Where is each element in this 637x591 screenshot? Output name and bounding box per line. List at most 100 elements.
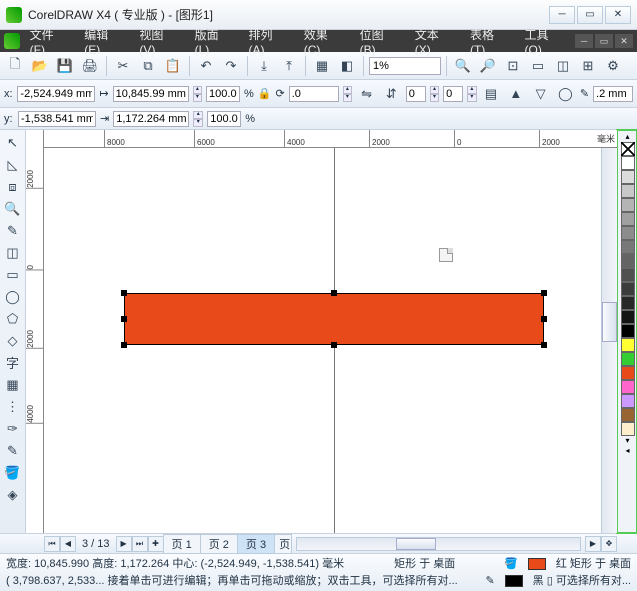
polygon-tool[interactable]: ⬠ <box>2 308 24 329</box>
table-tool[interactable]: ▦ <box>2 374 24 395</box>
spin-up[interactable]: ▴ <box>467 86 476 94</box>
corner-input-2[interactable] <box>443 86 463 102</box>
zoom-selection-icon[interactable]: ◫ <box>552 55 574 77</box>
import-button[interactable]: ⤓ <box>253 55 275 77</box>
rotate-input[interactable] <box>289 86 339 102</box>
ellipse-tool[interactable]: ◯ <box>2 286 24 307</box>
vertical-scrollbar[interactable] <box>601 148 617 533</box>
scale-y-input[interactable] <box>207 111 241 127</box>
selection-handle[interactable] <box>331 290 337 296</box>
color-swatch[interactable] <box>621 226 635 240</box>
pan-button[interactable]: ✥ <box>601 536 617 552</box>
menu-arrange[interactable]: 排列(A) <box>243 24 294 59</box>
menu-edit[interactable]: 编辑(E) <box>78 24 129 59</box>
fill-tool[interactable]: 🪣 <box>2 462 24 483</box>
palette-down-button[interactable]: ▾ <box>625 436 629 446</box>
color-swatch[interactable] <box>621 296 635 310</box>
welcome-button[interactable]: ◧ <box>336 55 358 77</box>
scrollbar-thumb[interactable] <box>396 538 436 550</box>
selection-handle[interactable] <box>541 290 547 296</box>
scrollbar-thumb[interactable] <box>602 302 617 342</box>
shape-tool[interactable]: ◺ <box>2 154 24 175</box>
basic-shapes-tool[interactable]: ◇ <box>2 330 24 351</box>
mdi-restore-button[interactable]: ▭ <box>595 34 613 48</box>
selection-handle[interactable] <box>541 316 547 322</box>
color-swatch[interactable] <box>621 380 635 394</box>
interactive-fill-tool[interactable]: ◈ <box>2 484 24 505</box>
paste-button[interactable]: 📋 <box>162 55 184 77</box>
color-swatch[interactable] <box>621 310 635 324</box>
export-button[interactable]: ⤒ <box>278 55 300 77</box>
color-swatch[interactable] <box>621 184 635 198</box>
menu-file[interactable]: 文件(F) <box>24 24 75 59</box>
eyedropper-tool[interactable]: ✑ <box>2 418 24 439</box>
pick-tool[interactable]: ↖ <box>2 132 24 153</box>
horizontal-scrollbar[interactable] <box>296 537 581 551</box>
spin-down[interactable]: ▾ <box>467 94 476 102</box>
scale-x-input[interactable] <box>206 86 240 102</box>
undo-button[interactable]: ↶ <box>195 55 217 77</box>
prev-page-button[interactable]: ◀ <box>60 536 76 552</box>
color-swatch[interactable] <box>621 422 635 436</box>
color-swatch[interactable] <box>621 324 635 338</box>
palette-flyout-button[interactable]: ◂ <box>625 446 629 456</box>
lock-icon[interactable]: 🔒 <box>258 87 272 100</box>
menu-tools[interactable]: 工具(O) <box>519 24 572 59</box>
selection-handle[interactable] <box>121 290 127 296</box>
cut-button[interactable]: ✂ <box>112 55 134 77</box>
crop-tool[interactable]: ⧈ <box>2 176 24 197</box>
zoom-out-icon[interactable]: 🔎 <box>477 55 499 77</box>
outline-swatch[interactable] <box>505 575 523 587</box>
print-button[interactable]: 🖨 <box>79 55 101 77</box>
x-input[interactable] <box>17 86 95 102</box>
color-swatch[interactable] <box>621 338 635 352</box>
next-page-button[interactable]: ▶ <box>116 536 132 552</box>
first-page-button[interactable]: ⏮ <box>44 536 60 552</box>
page-tab[interactable]: 页 1 <box>163 534 201 554</box>
menu-effect[interactable]: 效果(C) <box>298 24 350 59</box>
fill-indicator-icon[interactable]: 🪣 <box>504 556 518 573</box>
drawing-canvas[interactable] <box>44 148 617 533</box>
options-icon[interactable]: ⚙ <box>602 55 624 77</box>
color-swatch[interactable] <box>621 212 635 226</box>
zoom-in-icon[interactable]: 🔍 <box>452 55 474 77</box>
y-input[interactable] <box>18 111 96 127</box>
mirror-v-button[interactable]: ⇵ <box>381 83 402 105</box>
to-back-button[interactable]: ▽ <box>530 83 551 105</box>
to-front-button[interactable]: ▲ <box>505 83 526 105</box>
close-button[interactable]: ✕ <box>605 6 631 24</box>
spin-down[interactable]: ▾ <box>343 94 352 102</box>
outline-tool[interactable]: ✎ <box>2 440 24 461</box>
convert-curves-button[interactable]: ◯ <box>555 83 576 105</box>
outline-indicator-icon[interactable]: ✎ <box>485 573 494 590</box>
spin-down[interactable]: ▾ <box>193 119 203 127</box>
selection-handle[interactable] <box>331 342 337 348</box>
new-button[interactable]: 🗋 <box>4 55 26 77</box>
spin-up[interactable]: ▴ <box>430 86 439 94</box>
color-swatch[interactable] <box>621 240 635 254</box>
app-launcher-button[interactable]: ▦ <box>311 55 333 77</box>
color-swatch[interactable] <box>621 254 635 268</box>
redo-button[interactable]: ↷ <box>220 55 242 77</box>
mdi-minimize-button[interactable]: ─ <box>575 34 593 48</box>
spin-down[interactable]: ▾ <box>430 94 439 102</box>
maximize-button[interactable]: ▭ <box>577 6 603 24</box>
height-input[interactable] <box>113 111 189 127</box>
zoom-tool[interactable]: 🔍 <box>2 198 24 219</box>
spin-up[interactable]: ▴ <box>193 111 203 119</box>
smart-fill-tool[interactable]: ◫ <box>2 242 24 263</box>
palette-up-button[interactable]: ▴ <box>625 132 629 142</box>
selection-handle[interactable] <box>121 316 127 322</box>
horizontal-ruler[interactable]: 8000 6000 4000 2000 0 2000 毫米 <box>44 130 617 148</box>
menu-text[interactable]: 文本(X) <box>409 24 460 59</box>
rectangle-tool[interactable]: ▭ <box>2 264 24 285</box>
zoom-fit-icon[interactable]: ⊡ <box>502 55 524 77</box>
page-tab[interactable]: 页 2 <box>200 534 238 554</box>
save-button[interactable]: 💾 <box>54 55 76 77</box>
no-fill-swatch[interactable] <box>621 142 635 156</box>
last-page-button[interactable]: ⏭ <box>132 536 148 552</box>
menu-bitmap[interactable]: 位图(B) <box>354 24 405 59</box>
menu-table[interactable]: 表格(T) <box>464 24 515 59</box>
vertical-ruler[interactable]: 2000 0 2000 4000 <box>26 130 44 533</box>
add-page-button[interactable]: ✚ <box>148 536 164 552</box>
